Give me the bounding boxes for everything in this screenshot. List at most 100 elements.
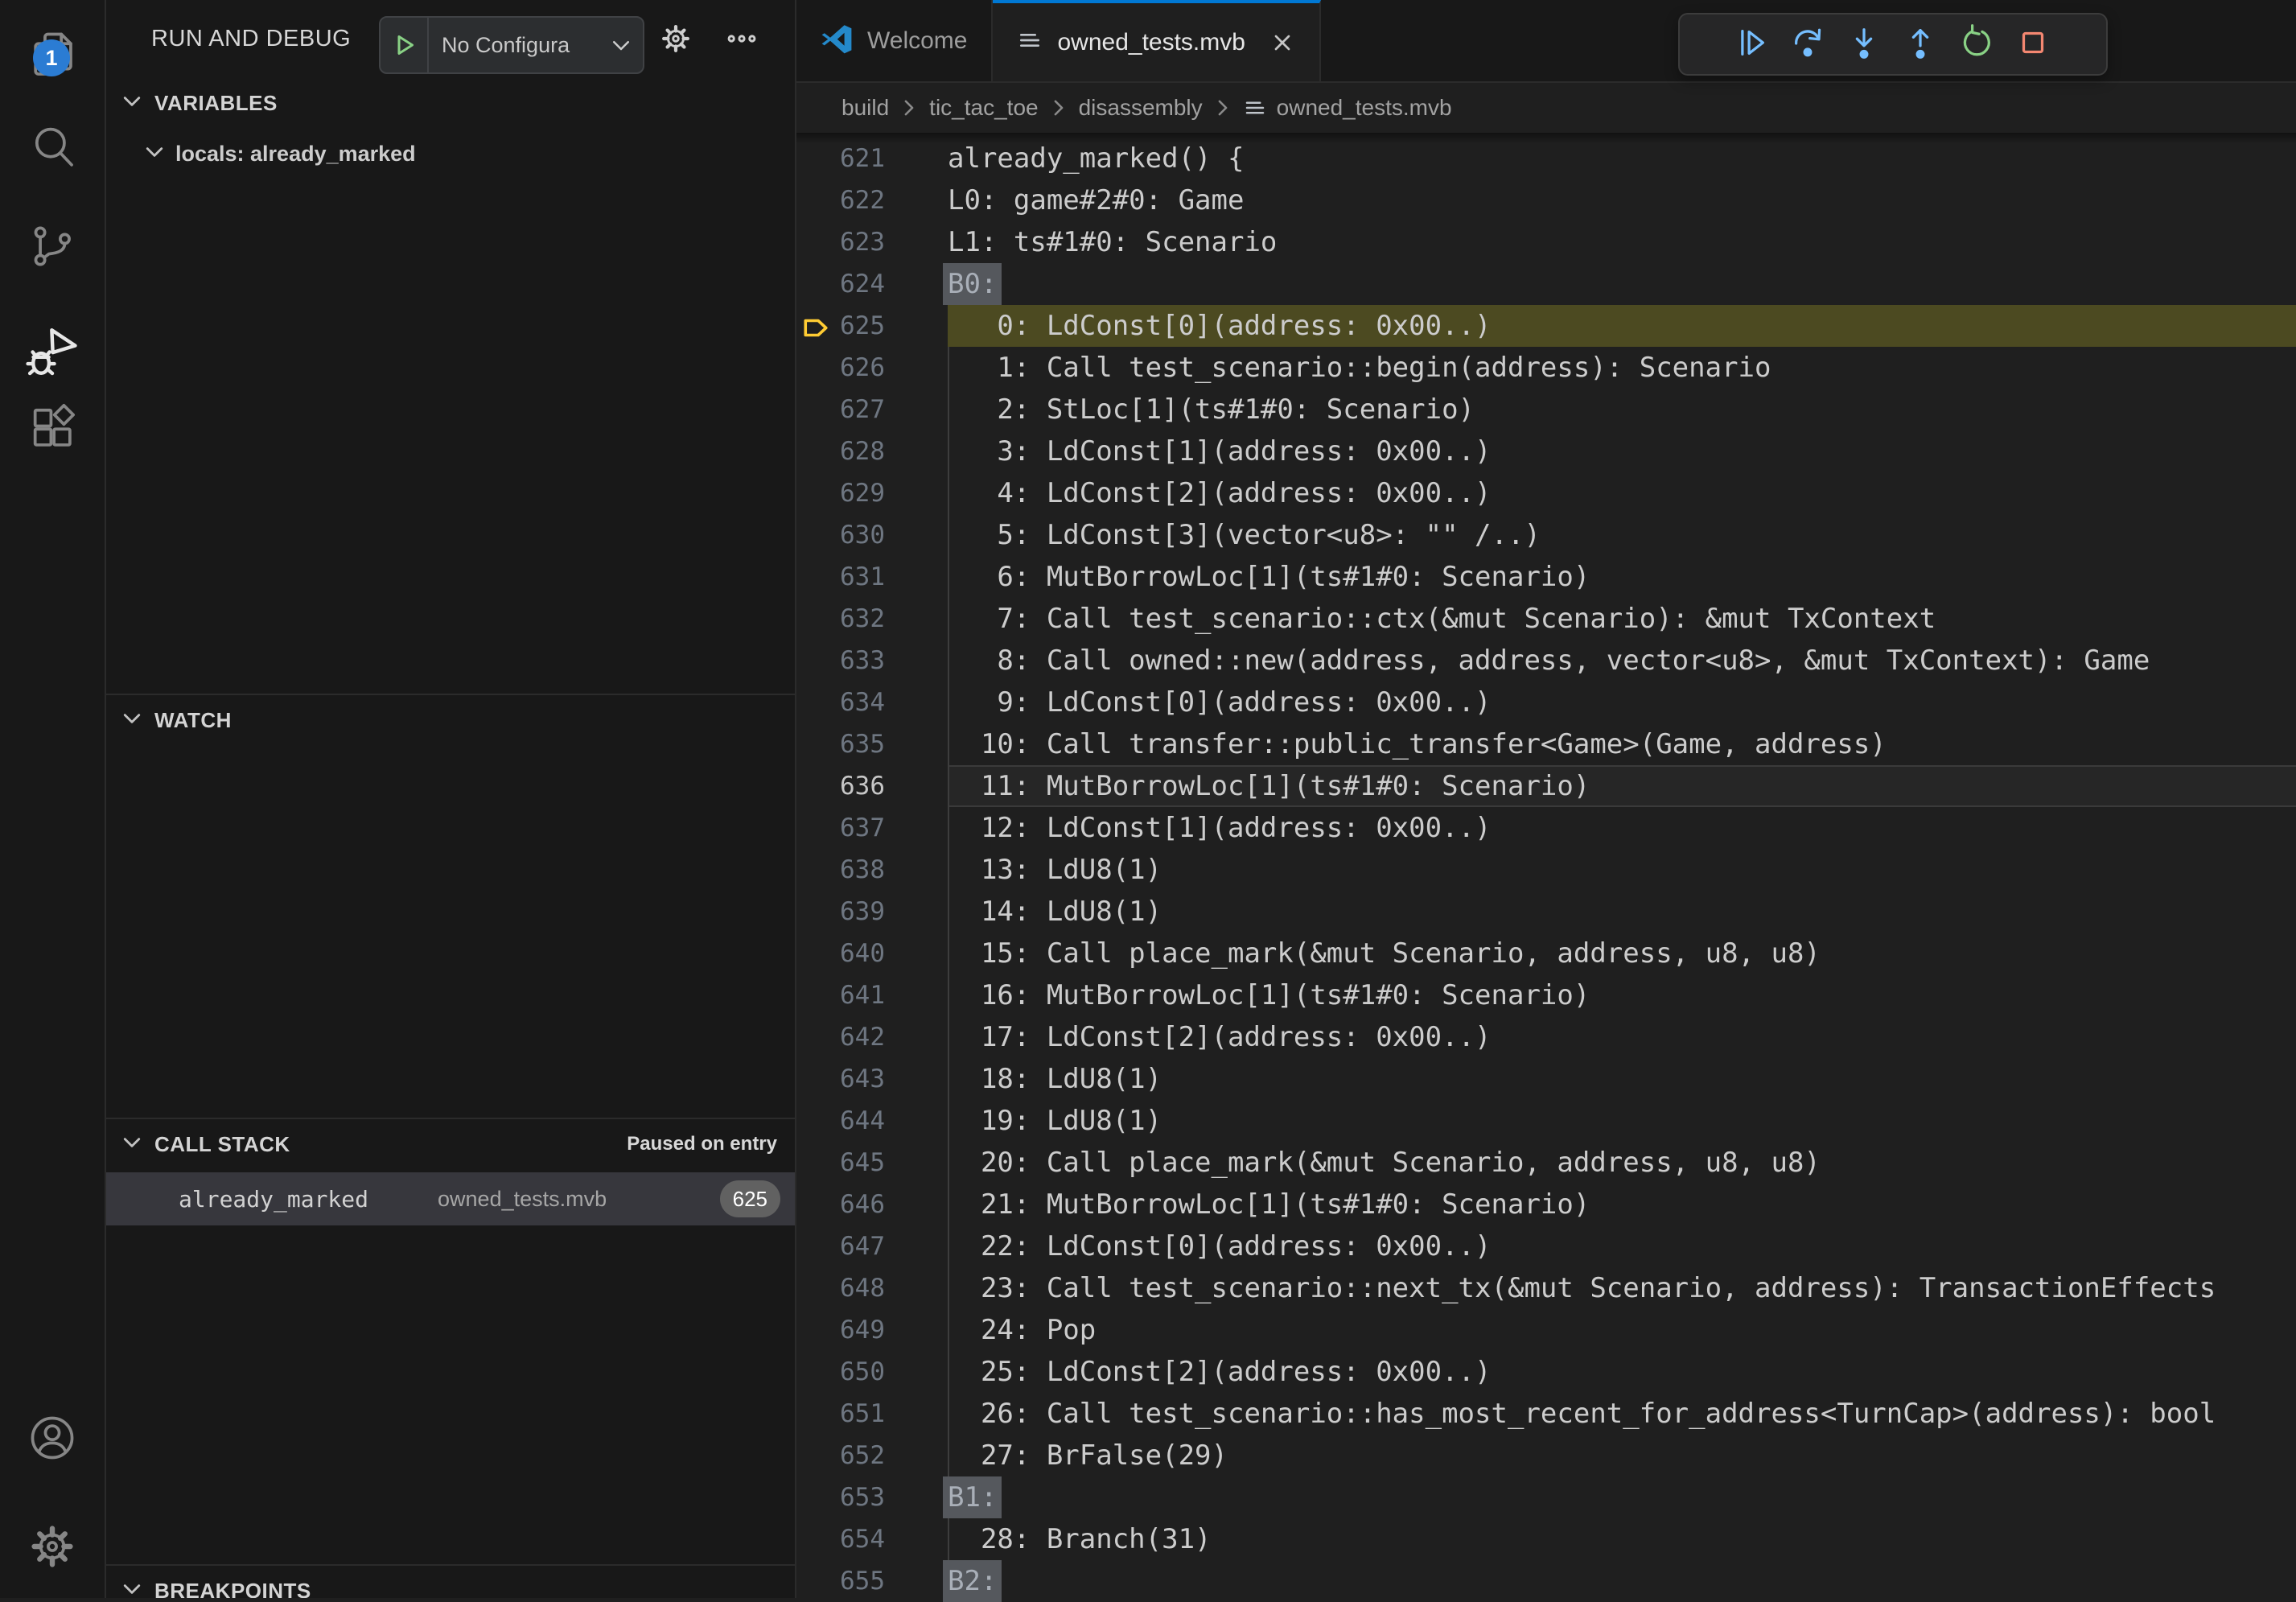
line-number[interactable]: 653	[796, 1476, 885, 1518]
code-line[interactable]: 631 6: MutBorrowLoc[1](ts#1#0: Scenario)	[796, 556, 2296, 598]
line-number[interactable]: 652	[796, 1435, 885, 1476]
code-line[interactable]: 628 3: LdConst[1](address: 0x00..)	[796, 430, 2296, 472]
code-line[interactable]: 649 24: Pop	[796, 1309, 2296, 1351]
line-number[interactable]: 632	[796, 598, 885, 640]
code-line[interactable]: 653B1:	[796, 1476, 2296, 1518]
line-number[interactable]: 622	[796, 179, 885, 221]
code-line[interactable]: 623L1: ts#1#0: Scenario	[796, 221, 2296, 263]
code-line[interactable]: 624B0:	[796, 263, 2296, 305]
section-call-stack[interactable]: CALL STACK Paused on entry	[106, 1118, 795, 1169]
line-number[interactable]: 647	[796, 1225, 885, 1267]
line-number[interactable]: 649	[796, 1309, 885, 1351]
code-line[interactable]: 647 22: LdConst[0](address: 0x00..)	[796, 1225, 2296, 1267]
line-number[interactable]: 631	[796, 556, 885, 598]
line-number[interactable]: 623	[796, 221, 885, 263]
line-number[interactable]: 629	[796, 472, 885, 514]
line-number[interactable]: 639	[796, 891, 885, 933]
debug-configuration-dropdown[interactable]: No Configura	[379, 16, 644, 74]
line-number[interactable]: 621	[796, 138, 885, 179]
code-line[interactable]: 629 4: LdConst[2](address: 0x00..)	[796, 472, 2296, 514]
section-breakpoints[interactable]: BREAKPOINTS	[106, 1564, 795, 1598]
code-line[interactable]: 639 14: LdU8(1)	[796, 891, 2296, 933]
line-number[interactable]: 628	[796, 430, 885, 472]
code-line[interactable]: 621already_marked() {	[796, 138, 2296, 179]
code-line[interactable]: 645 20: Call place_mark(&mut Scenario, a…	[796, 1142, 2296, 1184]
code-line[interactable]: 625 0: LdConst[0](address: 0x00..)	[796, 305, 2296, 347]
line-number[interactable]: 645	[796, 1142, 885, 1184]
settings-button[interactable]	[27, 1522, 78, 1574]
close-icon[interactable]	[1269, 30, 1295, 56]
code-line[interactable]: 626 1: Call test_scenario::begin(address…	[796, 347, 2296, 389]
line-number[interactable]: 624	[796, 263, 885, 305]
line-number[interactable]: 642	[796, 1016, 885, 1058]
call-stack-frame[interactable]: already_marked owned_tests.mvb 625	[106, 1172, 795, 1225]
account-button[interactable]	[27, 1414, 78, 1465]
step-over-button[interactable]	[1780, 19, 1836, 69]
line-number[interactable]: 637	[796, 807, 885, 849]
breadcrumb-item[interactable]: owned_tests.mvb	[1277, 95, 1452, 121]
line-number[interactable]: 641	[796, 974, 885, 1016]
section-variables[interactable]: VARIABLES	[106, 77, 795, 129]
code-line[interactable]: 640 15: Call place_mark(&mut Scenario, a…	[796, 933, 2296, 974]
code-line[interactable]: 652 27: BrFalse(29)	[796, 1435, 2296, 1476]
code-line[interactable]: 634 9: LdConst[0](address: 0x00..)	[796, 682, 2296, 723]
code-line[interactable]: 646 21: MutBorrowLoc[1](ts#1#0: Scenario…	[796, 1184, 2296, 1225]
stop-button[interactable]	[2005, 19, 2061, 69]
code-line[interactable]: 641 16: MutBorrowLoc[1](ts#1#0: Scenario…	[796, 974, 2296, 1016]
tab-owned-tests[interactable]: owned_tests.mvb	[993, 0, 1320, 81]
step-out-button[interactable]	[1892, 19, 1948, 69]
code-line[interactable]: 635 10: Call transfer::public_transfer<G…	[796, 723, 2296, 765]
code-line[interactable]: 655B2:	[796, 1560, 2296, 1602]
line-number[interactable]: 635	[796, 723, 885, 765]
line-number[interactable]: 634	[796, 682, 885, 723]
line-number[interactable]: 636	[796, 765, 885, 807]
line-text: 7: Call test_scenario::ctx(&mut Scenario…	[948, 598, 2296, 640]
line-number[interactable]: 643	[796, 1058, 885, 1100]
sidebar-item-extensions[interactable]	[27, 402, 78, 454]
breadcrumb-item[interactable]: tic_tac_toe	[929, 95, 1038, 121]
code-line[interactable]: 651 26: Call test_scenario::has_most_rec…	[796, 1393, 2296, 1435]
line-number[interactable]: 646	[796, 1184, 885, 1225]
code-line[interactable]: 627 2: StLoc[1](ts#1#0: Scenario)	[796, 389, 2296, 430]
code-line[interactable]: 633 8: Call owned::new(address, address,…	[796, 640, 2296, 682]
line-number[interactable]: 638	[796, 849, 885, 891]
line-number[interactable]: 655	[796, 1560, 885, 1602]
line-number[interactable]: 630	[796, 514, 885, 556]
code-line[interactable]: 636 11: MutBorrowLoc[1](ts#1#0: Scenario…	[796, 765, 2296, 807]
code-line[interactable]: 643 18: LdU8(1)	[796, 1058, 2296, 1100]
line-number[interactable]: 640	[796, 933, 885, 974]
debug-settings-button[interactable]	[656, 21, 695, 60]
sidebar-item-run-and-debug[interactable]	[27, 325, 78, 386]
code-line[interactable]: 644 19: LdU8(1)	[796, 1100, 2296, 1142]
start-debugging-button[interactable]	[381, 18, 429, 72]
line-number[interactable]: 644	[796, 1100, 885, 1142]
code-line[interactable]: 648 23: Call test_scenario::next_tx(&mut…	[796, 1267, 2296, 1309]
code-line[interactable]: 654 28: Branch(31)	[796, 1518, 2296, 1560]
variables-scope-locals[interactable]: locals: already_marked	[106, 130, 795, 177]
restart-button[interactable]	[1948, 19, 2005, 69]
breadcrumb-item[interactable]: build	[841, 95, 889, 121]
code-editor[interactable]: 621already_marked() {622L0: game#2#0: Ga…	[796, 133, 2296, 1598]
code-line[interactable]: 622L0: game#2#0: Game	[796, 179, 2296, 221]
line-number[interactable]: 633	[796, 640, 885, 682]
line-number[interactable]: 654	[796, 1518, 885, 1560]
code-line[interactable]: 637 12: LdConst[1](address: 0x00..)	[796, 807, 2296, 849]
line-number[interactable]: 650	[796, 1351, 885, 1393]
line-number[interactable]: 651	[796, 1393, 885, 1435]
line-number[interactable]: 648	[796, 1267, 885, 1309]
code-line[interactable]: 638 13: LdU8(1)	[796, 849, 2296, 891]
step-into-button[interactable]	[1836, 19, 1892, 69]
code-line[interactable]: 650 25: LdConst[2](address: 0x00..)	[796, 1351, 2296, 1393]
toolbar-drag-handle[interactable]	[1688, 19, 1723, 69]
code-line[interactable]: 632 7: Call test_scenario::ctx(&mut Scen…	[796, 598, 2296, 640]
code-line[interactable]: 630 5: LdConst[3](vector<u8>: "" /..)	[796, 514, 2296, 556]
section-watch[interactable]: WATCH	[106, 694, 795, 745]
tab-welcome[interactable]: Welcome	[796, 0, 993, 81]
code-line[interactable]: 642 17: LdConst[2](address: 0x00..)	[796, 1016, 2296, 1058]
more-actions-button[interactable]	[722, 21, 761, 60]
sidebar-item-search[interactable]	[27, 123, 78, 175]
line-number[interactable]: 627	[796, 389, 885, 430]
sidebar-item-source-control[interactable]	[27, 222, 78, 274]
breadcrumb-item[interactable]: disassembly	[1079, 95, 1203, 121]
continue-button[interactable]	[1723, 19, 1780, 69]
